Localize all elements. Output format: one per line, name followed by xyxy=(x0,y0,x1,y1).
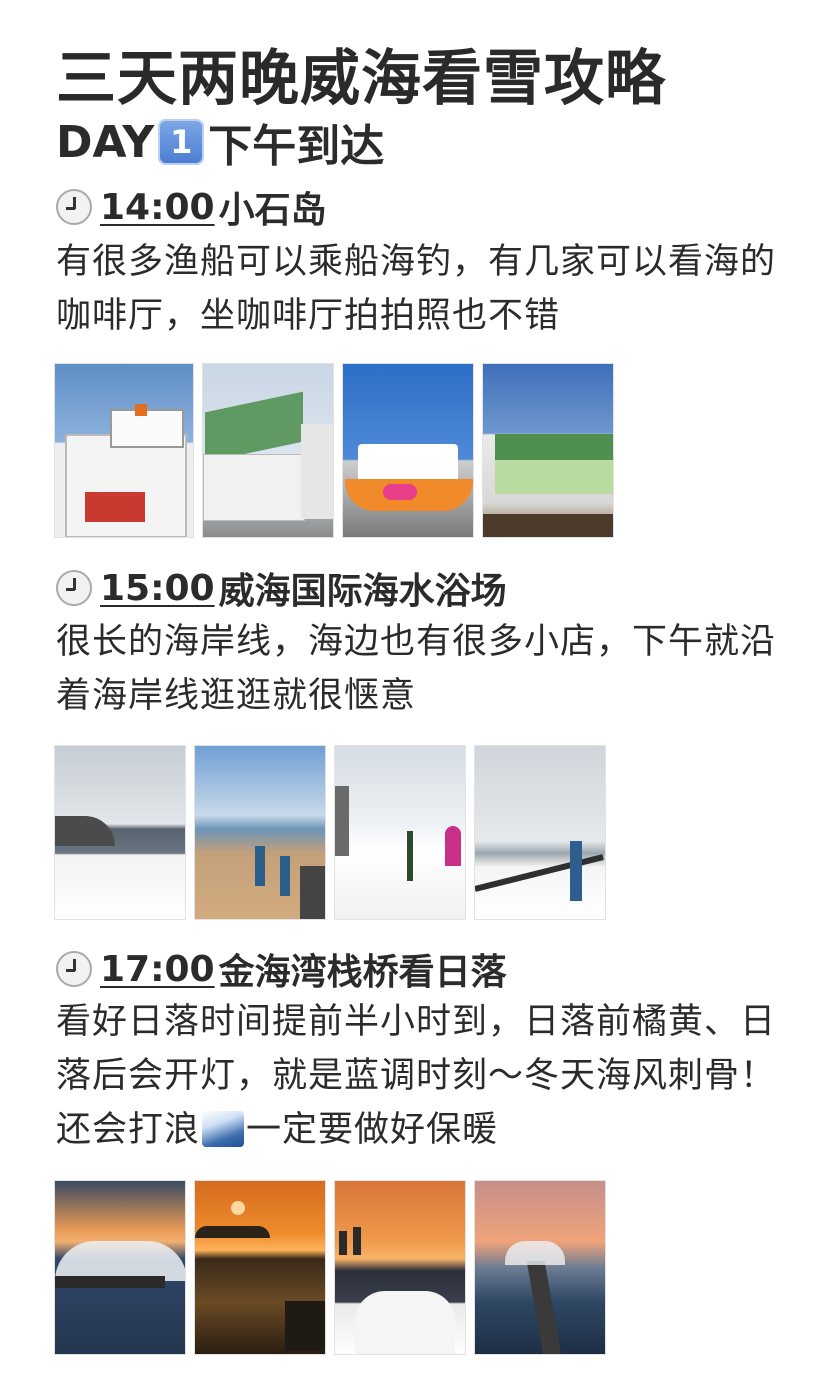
section-heading-1: 14:00 小石岛 xyxy=(56,182,327,232)
section-description: 很长的海岸线，海边也有很多小店，下午就沿着海岸线逛逛就很惬意 xyxy=(56,622,777,716)
snowy-beach-photo[interactable] xyxy=(54,745,186,920)
clock-icon xyxy=(56,570,92,606)
boat-cafe-photo[interactable] xyxy=(342,363,474,538)
golden-sunset-sea-photo[interactable] xyxy=(194,1180,326,1355)
section-description: 看好日落时间提前半小时到，日落前橘黄、日落后会开灯，就是蓝调时刻～冬天海风刺骨！… xyxy=(56,995,776,1157)
day-prefix: DAY xyxy=(56,116,155,168)
lit-pier-dusk-photo[interactable] xyxy=(474,1180,606,1355)
section-heading-2: 15:00 威海国际海水浴场 xyxy=(56,563,507,613)
sunset-waves-pier-photo[interactable] xyxy=(54,1180,186,1355)
day-heading: DAY 1 下午到达 xyxy=(56,112,385,173)
section-time: 17:00 xyxy=(100,948,215,990)
section-description: 有很多渔船可以乘船海钓，有几家可以看海的咖啡厅，坐咖啡厅拍拍照也不错 xyxy=(56,242,777,336)
keycap-one-icon: 1 xyxy=(158,119,205,165)
section-heading-3: 17:00 金海湾栈桥看日落 xyxy=(56,944,507,994)
water-wave-icon xyxy=(202,1111,245,1147)
green-roof-house-photo[interactable] xyxy=(202,363,334,538)
page-title: 三天两晚威海看雪攻略 xyxy=(56,44,666,114)
clock-icon xyxy=(56,951,92,987)
section-description-part-2: 一定要做好保暖 xyxy=(246,1110,499,1150)
snowy-boardwalk-photo[interactable] xyxy=(474,745,606,920)
section-place: 威海国际海水浴场 xyxy=(218,571,507,612)
snowy-palm-beach-photo[interactable] xyxy=(334,745,466,920)
section-time: 14:00 xyxy=(100,186,215,228)
section-place: 金海湾栈桥看日落 xyxy=(218,952,507,993)
section-place: 小石岛 xyxy=(218,190,327,231)
day-text: 下午到达 xyxy=(208,121,385,172)
clock-icon xyxy=(56,189,92,225)
sandy-beach-umbrellas-photo[interactable] xyxy=(194,745,326,920)
frozen-pier-sunset-photo[interactable] xyxy=(334,1180,466,1355)
section-time: 15:00 xyxy=(100,567,215,609)
green-cottage-photo[interactable] xyxy=(482,363,614,538)
convenience-store-photo[interactable] xyxy=(54,363,194,538)
